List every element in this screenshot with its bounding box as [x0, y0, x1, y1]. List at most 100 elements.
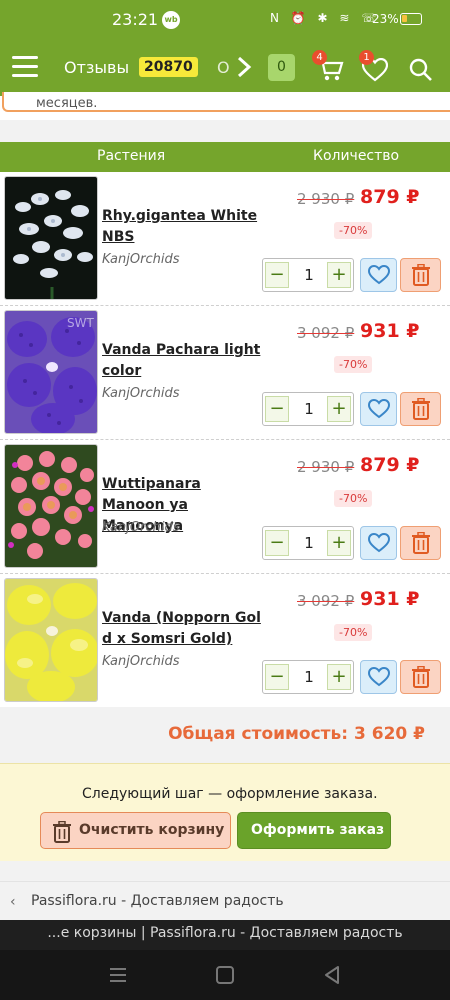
trash-icon: [411, 398, 430, 420]
product-photo[interactable]: [4, 578, 98, 702]
separator: [0, 861, 450, 881]
clear-cart-button[interactable]: Очистить корзину: [40, 812, 231, 849]
product-photo[interactable]: SWT: [4, 310, 98, 434]
quantity-stepper: − 1 +: [262, 392, 354, 426]
product-photo[interactable]: [4, 444, 98, 568]
discount-badge: -70%: [334, 490, 373, 507]
cart-total-row: Общая стоимость: 3 620 ₽: [0, 707, 450, 763]
status-bar: 23:21 wb N ⏰ ✱ ≋ ☏ 23%: [0, 0, 450, 40]
cart-count-badge: 4: [312, 50, 327, 65]
increase-quantity-button[interactable]: +: [327, 530, 351, 556]
place-order-label: Оформить заказ: [251, 822, 385, 838]
quantity-input[interactable]: 1: [293, 529, 325, 557]
current-price: 879 ₽: [360, 454, 420, 476]
quantity-input[interactable]: 1: [293, 395, 325, 423]
trash-icon: [411, 666, 430, 688]
heart-icon: [367, 533, 390, 553]
photo-watermark: SWT: [67, 316, 94, 330]
add-to-favorites-button[interactable]: [360, 258, 397, 292]
recents-icon[interactable]: [107, 964, 129, 986]
current-price: 879 ₽: [360, 186, 420, 208]
quantity-input[interactable]: 1: [293, 261, 325, 289]
status-indicators: N ⏰ ✱ ≋ ☏: [270, 11, 381, 25]
hamburger-menu-icon[interactable]: [12, 56, 38, 78]
reviews-count-badge[interactable]: 20870: [139, 57, 198, 77]
seller-name: KanjOrchids: [102, 520, 180, 535]
cart-item-row: Vanda (Nopporn Gol d x Somsri Gold) Kanj…: [0, 574, 450, 708]
remove-item-button[interactable]: [400, 258, 441, 292]
add-to-favorites-button[interactable]: [360, 526, 397, 560]
seller-name: KanjOrchids: [102, 386, 180, 401]
cart-item-row: Wuttipanara Manoon ya Manoonya KanjOrchi…: [0, 440, 450, 574]
discount-badge: -70%: [334, 624, 373, 641]
seller-name: KanjOrchids: [102, 654, 180, 669]
cart-item-row: Rhy.gigantea White NBS KanjOrchids 2 930…: [0, 172, 450, 306]
quantity-input[interactable]: 1: [293, 663, 325, 691]
home-icon[interactable]: [214, 964, 236, 986]
remove-item-button[interactable]: [400, 526, 441, 560]
cart-total: Общая стоимость: 3 620 ₽: [168, 724, 425, 744]
info-notice: месяцев.: [0, 92, 450, 120]
quantity-stepper: − 1 +: [262, 526, 354, 560]
product-name-link[interactable]: Vanda Pachara light color: [102, 340, 262, 382]
old-price: 2 930 ₽: [297, 458, 355, 476]
old-price: 3 092 ₽: [297, 324, 355, 342]
next-step-text: Следующий шаг — оформление заказа.: [82, 786, 378, 802]
decrease-quantity-button[interactable]: −: [265, 262, 289, 288]
old-price: 2 930 ₽: [297, 190, 355, 208]
product-name-link[interactable]: Vanda (Nopporn Gol d x Somsri Gold): [102, 608, 262, 650]
add-to-favorites-button[interactable]: [360, 660, 397, 694]
old-price: 3 092 ₽: [297, 592, 355, 610]
remove-item-button[interactable]: [400, 660, 441, 694]
quantity-stepper: − 1 +: [262, 258, 354, 292]
trash-icon: [53, 821, 71, 843]
cart-table-header: Растения Количество: [0, 142, 450, 172]
clear-cart-label: Очистить корзину: [79, 822, 225, 838]
column-plants: Растения: [97, 148, 166, 164]
heart-icon: [367, 399, 390, 419]
battery-icon: [400, 13, 422, 25]
trash-icon: [411, 264, 430, 286]
heart-icon: [367, 667, 390, 687]
remove-item-button[interactable]: [400, 392, 441, 426]
checkout-panel: Следующий шаг — оформление заказа. Очист…: [0, 763, 450, 861]
seller-name: KanjOrchids: [102, 252, 180, 267]
chevron-left-icon[interactable]: ‹: [10, 894, 16, 910]
product-photo[interactable]: [4, 176, 98, 300]
discount-badge: -70%: [334, 222, 373, 239]
chevron-right-icon[interactable]: [234, 56, 254, 78]
browser-tab-title[interactable]: ...е корзины | Passiflora.ru - Доставляе…: [0, 925, 450, 941]
column-quantity: Количество: [313, 148, 400, 164]
favorites-count-badge: 1: [359, 50, 374, 65]
increase-quantity-button[interactable]: +: [327, 262, 351, 288]
breadcrumb[interactable]: ‹ Passiflora.ru - Доставляем радость: [0, 881, 450, 920]
add-to-favorites-button[interactable]: [360, 392, 397, 426]
current-price: 931 ₽: [360, 320, 420, 342]
product-name-link[interactable]: Rhy.gigantea White NBS: [102, 206, 262, 248]
system-navigation-bar: [0, 950, 450, 1000]
reviews-link[interactable]: Отзывы: [64, 58, 129, 77]
decrease-quantity-button[interactable]: −: [265, 664, 289, 690]
status-time: 23:21: [112, 10, 159, 29]
increase-quantity-button[interactable]: +: [327, 664, 351, 690]
info-notice-text: месяцев.: [36, 96, 98, 111]
discount-badge: -70%: [334, 356, 373, 373]
cart-item-row: SWT Vanda Pachara light color KanjOrchid…: [0, 306, 450, 440]
decrease-quantity-button[interactable]: −: [265, 396, 289, 422]
battery-percent: 23%: [372, 12, 399, 26]
increase-quantity-button[interactable]: +: [327, 396, 351, 422]
truncated-nav-text: О: [217, 58, 230, 77]
compare-counter[interactable]: 0: [268, 54, 295, 81]
trash-icon: [411, 532, 430, 554]
heart-icon: [367, 265, 390, 285]
place-order-button[interactable]: Оформить заказ: [237, 812, 391, 849]
back-icon[interactable]: [321, 964, 343, 986]
search-icon[interactable]: [408, 57, 434, 83]
quantity-stepper: − 1 +: [262, 660, 354, 694]
separator: [0, 120, 450, 142]
breadcrumb-title[interactable]: Passiflora.ru - Доставляем радость: [31, 893, 284, 909]
app-header: Отзывы 20870 О 0 4 1: [0, 40, 450, 96]
decrease-quantity-button[interactable]: −: [265, 530, 289, 556]
wb-app-icon: wb: [162, 11, 180, 29]
browser-tab-bar[interactable]: ...е корзины | Passiflora.ru - Доставляе…: [0, 920, 450, 950]
